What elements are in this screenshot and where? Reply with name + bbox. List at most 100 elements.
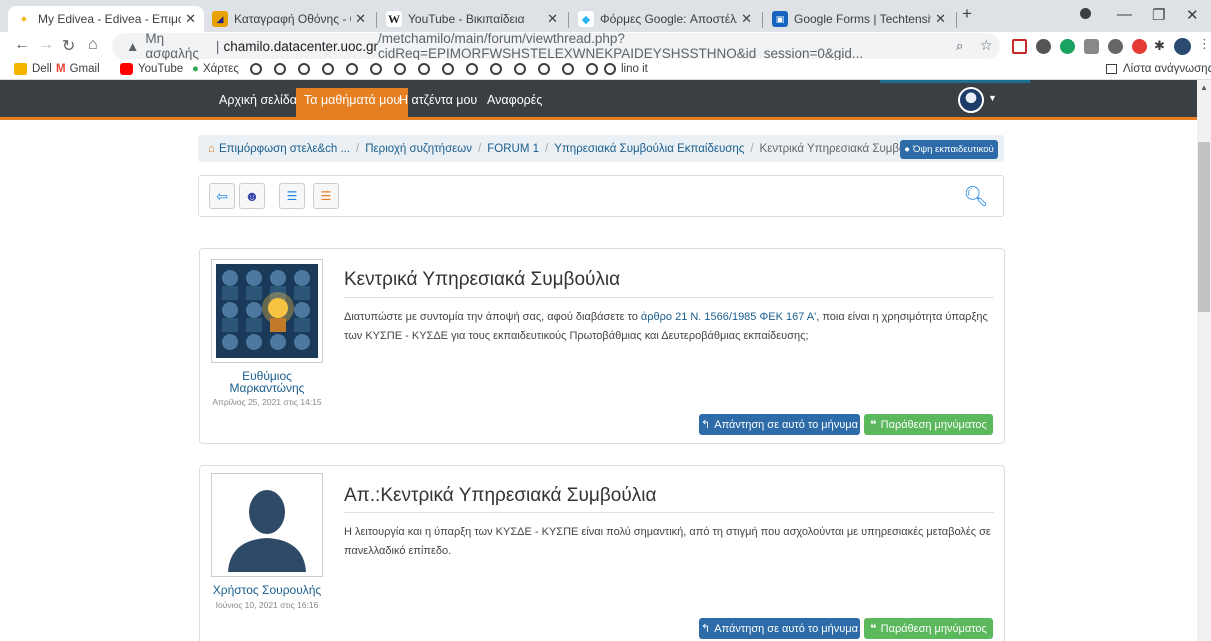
- address-bar[interactable]: ▲ Μη ασφαλής | chamilo.datacenter.uoc.gr…: [112, 31, 1000, 61]
- search-icon[interactable]: 🔍︎: [963, 183, 989, 209]
- browser-menu-icon[interactable]: ⋮: [1198, 36, 1211, 52]
- globe-icon[interactable]: [274, 63, 286, 75]
- author-avatar: [211, 473, 323, 577]
- profile-menu-icon[interactable]: [1080, 8, 1091, 19]
- law-article-link[interactable]: άρθρο 21 Ν. 1566/1985 ΦΕΚ 167 Α': [641, 311, 816, 323]
- bookmark-label: lino it: [621, 63, 648, 75]
- quote-icon: ❝: [870, 419, 877, 431]
- breadcrumb-course[interactable]: Επιμόρφωση στελε&ch ...: [219, 143, 350, 155]
- author-name[interactable]: Χρήστος Σουρουλής: [200, 584, 334, 597]
- breadcrumb-forum-1[interactable]: FORUM 1: [487, 143, 539, 155]
- recording-favicon-icon: ◢: [212, 11, 228, 27]
- browser-toolbar: ← → ↻ ⌂ ▲ Μη ασφαλής | chamilo.datacente…: [0, 31, 1211, 61]
- url-path: /metchamilo/main/forum/viewthread.php?ci…: [378, 31, 864, 61]
- nav-agenda[interactable]: Η ατζέντα μου: [399, 93, 477, 107]
- breadcrumb-forums[interactable]: Περιοχή συζητήσεων: [365, 143, 472, 155]
- extension-icon[interactable]: [1132, 39, 1147, 54]
- browser-tab-edivea[interactable]: ✦ My Edivea - Edivea - Επιμόρφωσ ✕: [8, 6, 204, 32]
- default-avatar-icon: [216, 478, 318, 572]
- globe-icon[interactable]: [250, 63, 262, 75]
- home-icon[interactable]: ⌂: [88, 36, 98, 54]
- globe-icon[interactable]: [394, 63, 406, 75]
- author-name[interactable]: Μαρκαντώνης: [200, 382, 334, 395]
- chevron-down-icon[interactable]: ▼: [988, 93, 997, 103]
- reading-list-button[interactable]: Λίστα ανάγνωσης: [1106, 63, 1211, 75]
- extensions-puzzle-icon[interactable]: ✱: [1154, 38, 1165, 54]
- bookmark-lino-it[interactable]: lino it: [604, 63, 648, 75]
- browser-tab-wikipedia[interactable]: W YouTube - Βικιπαίδεια ✕: [378, 6, 566, 32]
- bookmark-star-icon[interactable]: ☆: [980, 37, 993, 54]
- close-tab-icon[interactable]: ✕: [355, 11, 366, 27]
- globe-icon[interactable]: [322, 63, 334, 75]
- minimize-button[interactable]: —: [1117, 6, 1132, 23]
- reply-icon: ↰: [701, 623, 711, 635]
- breadcrumb-forum-topic[interactable]: Υπηρεσιακά Συμβούλια Εκπαίδευσης: [554, 143, 744, 155]
- list-view-icon[interactable]: ☰: [279, 183, 305, 209]
- close-tab-icon[interactable]: ✕: [185, 11, 196, 27]
- extension-icon[interactable]: [1084, 39, 1099, 54]
- globe-icon[interactable]: [418, 63, 430, 75]
- browser-tab-techtensivist[interactable]: ▣ Google Forms | Techtensivist ✕: [764, 6, 954, 32]
- threaded-view-icon[interactable]: ☰: [313, 183, 339, 209]
- teacher-view-button[interactable]: ● Όψη εκπαιδευτικού: [900, 140, 998, 159]
- globe-icon[interactable]: [346, 63, 358, 75]
- close-tab-icon[interactable]: ✕: [741, 11, 752, 27]
- quote-button[interactable]: ❝ Παράθεση μηνύματος: [864, 414, 993, 435]
- globe-icon[interactable]: [370, 63, 382, 75]
- close-tab-icon[interactable]: ✕: [935, 11, 946, 27]
- bookmark-youtube[interactable]: YouTube: [120, 63, 183, 75]
- wikipedia-favicon-icon: W: [386, 11, 402, 27]
- reply-button[interactable]: ↰ Απάντηση σε αυτό το μήνυμα: [699, 618, 860, 639]
- globe-icon[interactable]: [490, 63, 502, 75]
- gmail-icon: M: [56, 63, 66, 75]
- forum-post: Ευθύμιος Μαρκαντώνης Απρίλιος 25, 2021 σ…: [199, 248, 1005, 444]
- bookmark-label: Χάρτες: [202, 63, 239, 75]
- site-navbar: Αρχική σελίδα Τα μαθήματά μου Η ατζέντα …: [0, 80, 1197, 120]
- techtensivist-favicon-icon: ▣: [772, 11, 788, 27]
- globe-icon[interactable]: [586, 63, 598, 75]
- new-tab-button[interactable]: +: [962, 4, 972, 24]
- globe-icon[interactable]: [514, 63, 526, 75]
- reply-button[interactable]: ↰ Απάντηση σε αυτό το μήνυμα: [699, 414, 860, 435]
- bookmark-gmail[interactable]: M Gmail: [56, 63, 100, 75]
- edivea-favicon-icon: ✦: [16, 11, 32, 27]
- quote-button[interactable]: ❝ Παράθεση μηνύματος: [864, 618, 993, 639]
- zoom-icon[interactable]: ⌕: [956, 38, 963, 54]
- browser-tab-screen-recording[interactable]: ◢ Καταγραφή Οθόνης - Οι Καλύτε ✕: [204, 6, 374, 32]
- back-arrow-icon[interactable]: ←: [14, 36, 30, 54]
- close-tab-icon[interactable]: ✕: [547, 11, 558, 27]
- author-photo: [216, 264, 318, 358]
- nav-reports[interactable]: Αναφορές: [487, 93, 542, 107]
- ublock-extension-icon[interactable]: [1012, 39, 1027, 54]
- forward-arrow-icon[interactable]: →: [38, 36, 54, 54]
- user-avatar[interactable]: [958, 87, 984, 113]
- back-to-forum-icon[interactable]: ⇦: [209, 183, 235, 209]
- post-date: Ιούνιος 10, 2021 στις 16:16: [215, 600, 319, 610]
- nav-home[interactable]: Αρχική σελίδα: [219, 93, 297, 107]
- globe-icon[interactable]: [298, 63, 310, 75]
- restore-button[interactable]: ❐: [1152, 6, 1165, 24]
- bookmark-label: Dell: [32, 63, 52, 75]
- bookmark-maps[interactable]: ● Χάρτες: [192, 63, 239, 75]
- extension-icon[interactable]: [1108, 39, 1123, 54]
- globe-icon[interactable]: [466, 63, 478, 75]
- globe-icon: [604, 63, 616, 75]
- scroll-up-icon[interactable]: ▲: [1200, 83, 1208, 92]
- close-window-button[interactable]: ✕: [1186, 6, 1199, 24]
- profile-avatar-icon[interactable]: [1174, 38, 1191, 55]
- nav-my-courses[interactable]: Τα μαθήματά μου: [296, 88, 409, 117]
- grammarly-extension-icon[interactable]: [1060, 39, 1075, 54]
- quote-icon: ❝: [870, 623, 877, 635]
- extension-icon[interactable]: [1036, 39, 1051, 54]
- home-icon[interactable]: ⌂: [208, 143, 215, 155]
- globe-icon[interactable]: [562, 63, 574, 75]
- page-scrollbar[interactable]: ▲: [1197, 80, 1211, 641]
- globe-icon[interactable]: [442, 63, 454, 75]
- tab-title: YouTube - Βικιπαίδεια: [408, 12, 525, 26]
- reload-icon[interactable]: ↻: [62, 36, 75, 56]
- globe-icon[interactable]: [538, 63, 550, 75]
- bookmark-dell[interactable]: Dell: [14, 63, 52, 75]
- search-users-icon[interactable]: ☻: [239, 183, 265, 209]
- browser-tab-google-forms[interactable]: ◆ Φόρμες Google: Αποστέλλοντας ✕: [570, 6, 760, 32]
- scrollbar-thumb[interactable]: [1198, 142, 1210, 312]
